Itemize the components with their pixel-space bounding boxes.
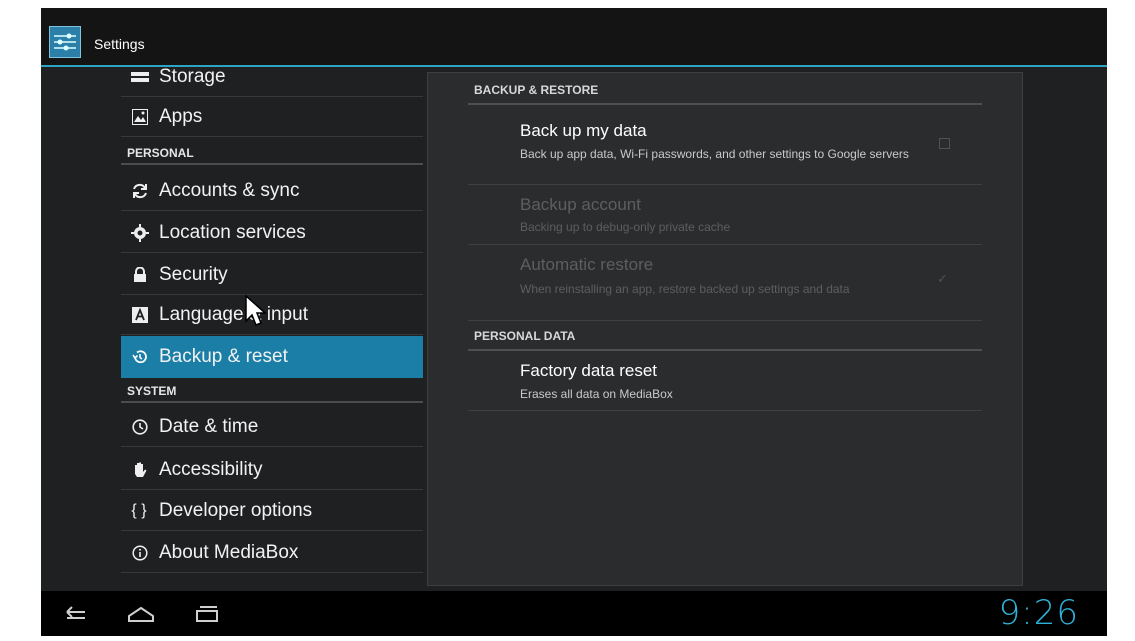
backup-checkbox[interactable] — [939, 138, 950, 149]
storage-icon — [129, 67, 151, 97]
sidebar-item-label: Location services — [159, 222, 306, 243]
settings-sliders-icon[interactable] — [49, 26, 81, 58]
section-header-system: SYSTEM — [121, 379, 423, 403]
sidebar-item-label: Developer options — [159, 500, 313, 521]
sidebar-item-accessibility[interactable]: Accessibility — [121, 450, 423, 490]
settings-content: Storage Apps PERSONAL Accounts & sync Lo… — [41, 67, 1107, 591]
pref-automatic-restore: Automatic restore When reinstalling an a… — [468, 245, 982, 321]
back-icon[interactable] — [55, 599, 95, 629]
recents-icon[interactable] — [187, 599, 227, 629]
braces-icon: { } — [131, 502, 147, 519]
keyboard-a-icon — [129, 295, 151, 335]
pref-title: Backup account — [520, 195, 641, 214]
sidebar-item-date-time[interactable]: Date & time — [121, 407, 423, 447]
section-header-personal: PERSONAL — [121, 141, 423, 165]
sidebar-item-label: Security — [159, 264, 228, 285]
mouse-pointer-icon — [244, 294, 270, 333]
pref-title: Factory data reset — [520, 361, 658, 380]
sidebar-item-storage[interactable]: Storage — [121, 67, 423, 97]
restore-icon — [129, 336, 151, 378]
backup-reset-panel: BACKUP & RESTORE Back up my data Back up… — [427, 72, 1023, 586]
android-screen: Settings Storage Apps PERSONAL Accounts … — [41, 8, 1107, 636]
apps-icon — [129, 97, 151, 137]
sidebar-item-language[interactable]: Language & input — [121, 295, 423, 335]
app-title: Settings — [94, 36, 145, 52]
checkmark-icon: ✓ — [937, 271, 948, 286]
sidebar-item-about[interactable]: About MediaBox — [121, 533, 423, 573]
action-bar: Settings — [41, 8, 1107, 67]
sidebar-item-label: Date & time — [159, 416, 259, 437]
sidebar-item-label: Apps — [159, 106, 203, 127]
clock-icon — [129, 407, 151, 447]
sidebar-item-apps[interactable]: Apps — [121, 97, 423, 137]
lock-icon — [129, 255, 151, 295]
pref-summary: Back up app data, Wi-Fi passwords, and o… — [520, 147, 909, 161]
section-header-backup-restore: BACKUP & RESTORE — [468, 77, 982, 105]
section-header-personal-data: PERSONAL DATA — [468, 323, 982, 351]
sidebar-item-location[interactable]: Location services — [121, 213, 423, 253]
system-navigation-bar: 9:26 — [41, 591, 1107, 636]
sidebar-item-label: Backup & reset — [159, 346, 288, 367]
sidebar-item-backup-reset[interactable]: Backup & reset — [121, 336, 423, 378]
home-icon[interactable] — [121, 599, 161, 629]
pref-title: Automatic restore — [520, 255, 654, 274]
pref-title: Back up my data — [520, 121, 647, 140]
status-clock: 9:26 — [998, 593, 1079, 633]
sidebar-item-label: Language & input — [159, 304, 308, 325]
pref-summary: When reinstalling an app, restore backed… — [520, 282, 850, 296]
sync-icon — [129, 171, 151, 211]
sidebar-item-label: About MediaBox — [159, 542, 299, 563]
sidebar-item-label: Storage — [159, 67, 226, 87]
sidebar-item-security[interactable]: Security — [121, 255, 423, 295]
sidebar-item-accounts-sync[interactable]: Accounts & sync — [121, 171, 423, 211]
pref-factory-data-reset[interactable]: Factory data reset Erases all data on Me… — [468, 351, 982, 411]
hand-icon — [129, 450, 151, 490]
settings-sidebar[interactable]: Storage Apps PERSONAL Accounts & sync Lo… — [41, 67, 423, 591]
pref-summary: Erases all data on MediaBox — [520, 387, 673, 401]
sidebar-item-developer[interactable]: { } Developer options — [121, 491, 423, 531]
info-icon — [129, 533, 151, 573]
pref-back-up-my-data[interactable]: Back up my data Back up app data, Wi-Fi … — [468, 105, 982, 185]
pref-summary: Backing up to debug-only private cache — [520, 220, 731, 234]
pref-backup-account: Backup account Backing up to debug-only … — [468, 185, 982, 245]
sidebar-item-label: Accessibility — [159, 459, 263, 480]
location-icon — [129, 213, 151, 253]
sidebar-item-label: Accounts & sync — [159, 180, 300, 201]
